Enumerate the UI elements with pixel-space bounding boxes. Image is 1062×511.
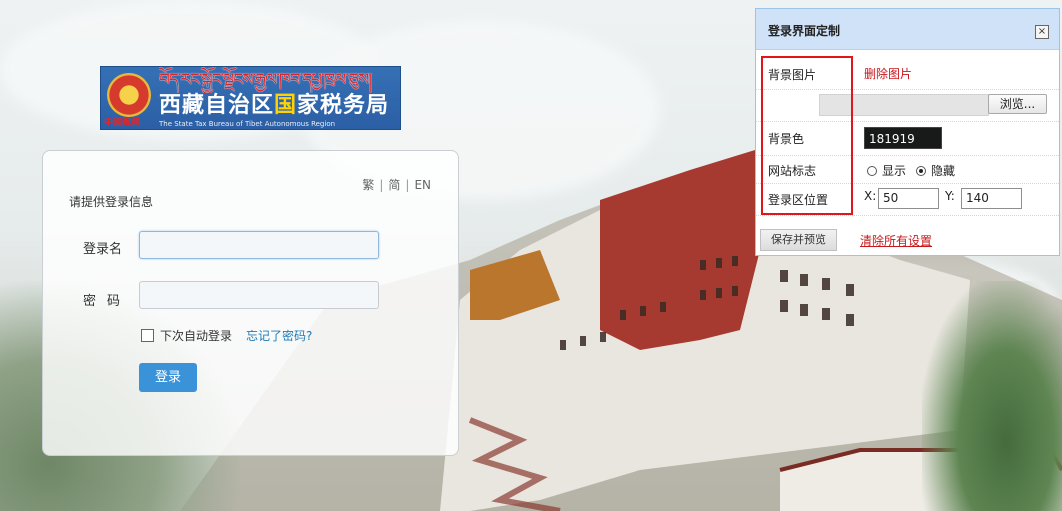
remember-label: 下次自动登录 <box>160 329 233 343</box>
lang-simplified[interactable]: 简 <box>388 178 400 192</box>
close-icon[interactable]: × <box>1035 25 1049 39</box>
delete-image-link[interactable]: 删除图片 <box>864 65 912 82</box>
login-button[interactable]: 登录 <box>139 363 197 392</box>
row-position <box>756 183 1059 216</box>
password-input[interactable] <box>139 281 379 309</box>
row-bg-color <box>756 121 1059 156</box>
username-label: 登录名 <box>83 242 123 257</box>
logo-chinese-text: 西藏自治区国家税务局 <box>159 91 389 121</box>
logo-english-text: The State Tax Bureau of Tibet Autonomous… <box>159 120 336 128</box>
username-input[interactable] <box>139 231 379 259</box>
logo-cn-highlight: 国 <box>274 93 298 118</box>
clear-settings-link[interactable]: 清除所有设置 <box>860 232 932 249</box>
remember-me[interactable]: 下次自动登录 <box>141 327 232 344</box>
separator: | <box>379 178 384 192</box>
site-logo: བོད་རང་སྐྱོང་ལྗོངས་རྒྱལ་ཁབ་དཔྱ་ཁྲལ་ཅུས། … <box>100 66 401 130</box>
row-site-logo <box>756 155 1059 184</box>
login-prompt: 请提供登录信息 <box>69 195 154 209</box>
separator: | <box>405 178 410 192</box>
logo-cn-prefix: 西藏自治区 <box>159 93 275 118</box>
customize-dialog: 登录界面定制 × 背景图片 删除图片 浏览... 背景色 181919 网站标志… <box>755 8 1060 256</box>
row-file <box>756 88 1059 122</box>
save-preview-button[interactable]: 保存并预览 <box>760 229 837 251</box>
bg-image-label: 背景图片 <box>768 68 817 82</box>
dialog-header: 登录界面定制 × <box>756 9 1059 50</box>
lang-english[interactable]: EN <box>414 178 431 192</box>
tree-right <box>922 281 1062 511</box>
language-switcher: 繁 | 简 | EN <box>362 176 431 193</box>
forgot-password-link[interactable]: 忘记了密码? <box>246 327 312 344</box>
logo-tibetan-text: བོད་རང་སྐྱོང་ལྗོངས་རྒྱལ་ཁབ་དཔྱ་ཁྲལ་ཅུས། <box>159 70 372 90</box>
dialog-title: 登录界面定制 <box>768 24 841 38</box>
logo-cn-suffix: 家税务局 <box>297 93 390 118</box>
national-emblem-icon <box>107 73 151 117</box>
login-panel: 繁 | 简 | EN 请提供登录信息 登录名 密码 下次自动登录 忘记了密码? 登录 <box>42 150 459 456</box>
remember-checkbox[interactable] <box>141 329 154 342</box>
logo-small-red-text: 中國稅務 <box>104 118 141 128</box>
lang-traditional[interactable]: 繁 <box>362 178 374 192</box>
password-label: 密码 <box>83 294 132 309</box>
